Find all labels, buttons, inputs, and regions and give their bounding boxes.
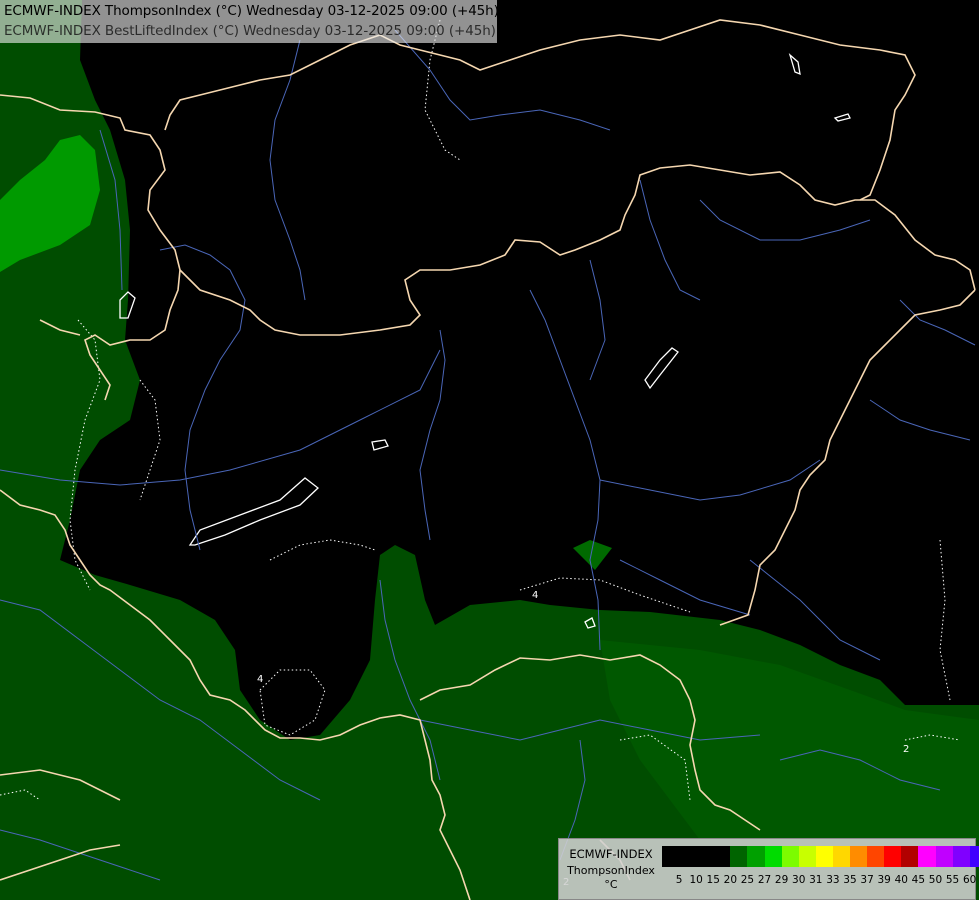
legend-tick-label: 27 — [757, 874, 772, 886]
legend-tick-label: 60 — [962, 874, 977, 886]
color-legend: ECMWF-INDEX ThompsonIndex °C 5 10 15 20 25 27… — [558, 838, 979, 900]
legend-swatch — [730, 846, 748, 867]
contour-label: 2 — [903, 744, 909, 755]
legend-tick-label: 15 — [706, 874, 720, 886]
legend-model: ECMWF-INDEX — [569, 847, 653, 861]
legend-tick-label: 35 — [843, 874, 857, 886]
legend-ticks: 5 10 15 20 25 27 29 30 31 33 35 37 39 40 45 50 55 60 — [662, 874, 978, 886]
legend-unit: °C — [604, 878, 618, 891]
legend-tick-label: 40 — [894, 874, 908, 886]
contour-label: 4 — [257, 674, 263, 685]
legend-swatch — [884, 846, 902, 867]
legend-swatch — [901, 846, 919, 867]
legend-tick-label: 37 — [860, 874, 874, 886]
legend-swatch — [798, 846, 816, 867]
legend-swatch — [935, 846, 953, 867]
legend-swatch — [952, 846, 970, 867]
legend-swatch — [747, 846, 765, 867]
legend-swatch — [662, 846, 680, 867]
legend-swatch — [679, 846, 697, 867]
map-title-secondary: ECMWF-INDEX BestLiftedIndex (°C) Wednesd… — [4, 23, 496, 39]
legend-tick-label: 20 — [723, 874, 738, 886]
legend-tick-label: 25 — [740, 874, 755, 886]
map-viewer: 4 4 2 2 ECMWF-INDEX ThompsonIndex (°C) W… — [0, 0, 979, 900]
legend-swatch — [713, 846, 731, 867]
legend-tick-label: 50 — [928, 874, 943, 886]
legend-tick-label: 31 — [809, 874, 823, 886]
legend-swatch — [781, 846, 799, 867]
legend-tick-label: 5 — [675, 874, 683, 886]
legend-swatch — [764, 846, 782, 867]
legend-swatch — [918, 846, 936, 867]
weather-map[interactable]: 4 4 2 2 — [0, 0, 979, 900]
legend-tick-label: 39 — [877, 874, 891, 886]
legend-swatches — [662, 846, 979, 867]
legend-tick-label: 30 — [792, 874, 806, 886]
legend-swatch — [815, 846, 833, 867]
map-title-box: ECMWF-INDEX ThompsonIndex (°C) Wednesday… — [0, 0, 499, 43]
map-title-primary: ECMWF-INDEX ThompsonIndex (°C) Wednesday… — [4, 3, 499, 19]
legend-tick-label: 33 — [826, 874, 840, 886]
legend-swatch — [867, 846, 885, 867]
legend-swatch — [969, 846, 979, 867]
legend-tick-label: 55 — [945, 874, 960, 886]
legend-swatch — [850, 846, 868, 867]
legend-swatch — [696, 846, 714, 867]
legend-tick-label: 45 — [911, 874, 926, 886]
legend-swatch — [832, 846, 851, 867]
legend-parameter: ThompsonIndex — [567, 864, 655, 877]
legend-tick-label: 29 — [774, 874, 789, 886]
legend-tick-label: 10 — [689, 874, 703, 886]
contour-label: 4 — [532, 590, 538, 601]
